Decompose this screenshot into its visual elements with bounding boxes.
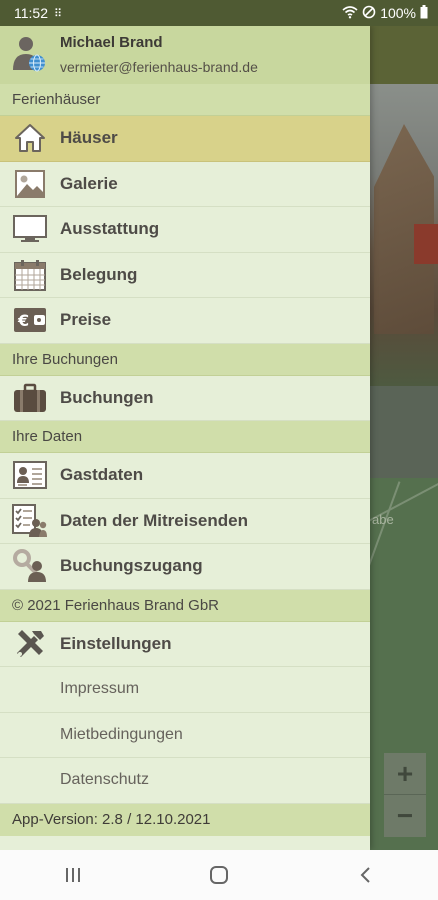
section-ferienhaeuser: Ferienhäuser — [0, 84, 370, 116]
menu-label-impressum: Impressum — [60, 680, 140, 698]
tools-icon — [0, 622, 60, 667]
suitcase-icon — [0, 376, 60, 421]
drawer-header: Michael Brand vermieter@ferienhaus-brand… — [0, 26, 370, 84]
menu-item-galerie[interactable]: Galerie — [0, 162, 370, 207]
menu-item-belegung[interactable]: Belegung — [0, 253, 370, 298]
section-ihre-daten: Ihre Daten — [0, 421, 370, 453]
menu-item-haeuser[interactable]: Häuser — [0, 116, 370, 162]
background-house-photo — [370, 84, 438, 386]
calendar-icon — [0, 253, 60, 298]
id-card-icon — [0, 453, 60, 498]
menu-label-haeuser: Häuser — [60, 128, 118, 148]
section-copyright: © 2021 Ferienhaus Brand GbR — [0, 589, 370, 622]
gallery-icon — [0, 162, 60, 207]
menu-item-ausstattung[interactable]: Ausstattung — [0, 207, 370, 253]
menu-item-gastdaten[interactable]: Gastdaten — [0, 453, 370, 499]
wifi-icon — [342, 5, 358, 22]
menu-label-buchungen: Buchungen — [60, 387, 154, 407]
status-icons: 100% — [342, 4, 428, 22]
home-button[interactable] — [189, 855, 249, 895]
menu-label-preise: Preise — [60, 310, 112, 330]
background-map: abe + − — [370, 469, 438, 850]
background-app: g abe + − — [370, 26, 438, 850]
menu-item-preise[interactable]: € Preise — [0, 298, 370, 344]
menu-label-belegung: Belegung — [60, 264, 138, 284]
background-title-band: g — [370, 386, 438, 799]
user-email: vermieter@ferienhaus-brand.de — [60, 59, 258, 75]
svg-text:€: € — [17, 311, 29, 330]
menu-label-mietbedingungen: Mietbedingungen — [60, 725, 183, 743]
menu-item-mietbedingungen[interactable]: Mietbedingungen — [0, 713, 370, 758]
user-name: Michael Brand — [60, 34, 163, 51]
map-street-label: abe — [372, 512, 394, 527]
system-nav-bar — [0, 850, 438, 900]
app-version: App-Version: 2.8 / 12.10.2021 — [0, 803, 370, 836]
checklist-people-icon — [0, 499, 60, 544]
dnd-icon — [362, 5, 376, 22]
menu-label-galerie: Galerie — [60, 173, 118, 193]
menu-label-datenschutz: Datenschutz — [60, 771, 149, 789]
section-ihre-buchungen: Ihre Buchungen — [0, 343, 370, 376]
notification-icon: ⠿ — [54, 7, 64, 20]
menu-item-buchungszugang[interactable]: Buchungszugang — [0, 544, 370, 590]
menu-label-buchungszugang: Buchungszugang — [60, 556, 203, 576]
menu-label-gastdaten: Gastdaten — [60, 465, 144, 485]
menu-label-einstellungen: Einstellungen — [60, 633, 172, 653]
monitor-icon — [0, 207, 60, 252]
map-zoom-out-button[interactable]: − — [384, 795, 426, 837]
navigation-drawer: Michael Brand vermieter@ferienhaus-brand… — [0, 26, 370, 850]
status-bar: 11:52 ⠿ 100% — [0, 0, 438, 26]
background-toolbar — [370, 26, 438, 84]
menu-item-datenschutz[interactable]: Datenschutz — [0, 758, 370, 804]
battery-icon — [420, 4, 428, 22]
menu-item-impressum[interactable]: Impressum — [0, 667, 370, 713]
battery-percent: 100% — [380, 5, 416, 21]
menu-item-mitreisende[interactable]: Daten der Mitreisenden — [0, 499, 370, 544]
back-button[interactable] — [335, 855, 395, 895]
house-icon — [0, 116, 60, 161]
status-time: 11:52 — [14, 5, 48, 21]
map-zoom-in-button[interactable]: + — [384, 753, 426, 795]
key-user-icon — [0, 544, 60, 589]
wallet-euro-icon: € — [0, 298, 60, 343]
menu-label-mitreisende: Daten der Mitreisenden — [60, 510, 248, 530]
user-avatar-icon — [12, 34, 46, 72]
recent-apps-button[interactable] — [43, 855, 103, 895]
menu-item-buchungen[interactable]: Buchungen — [0, 376, 370, 421]
menu-label-ausstattung: Ausstattung — [60, 219, 160, 239]
menu-item-einstellungen[interactable]: Einstellungen — [0, 622, 370, 667]
